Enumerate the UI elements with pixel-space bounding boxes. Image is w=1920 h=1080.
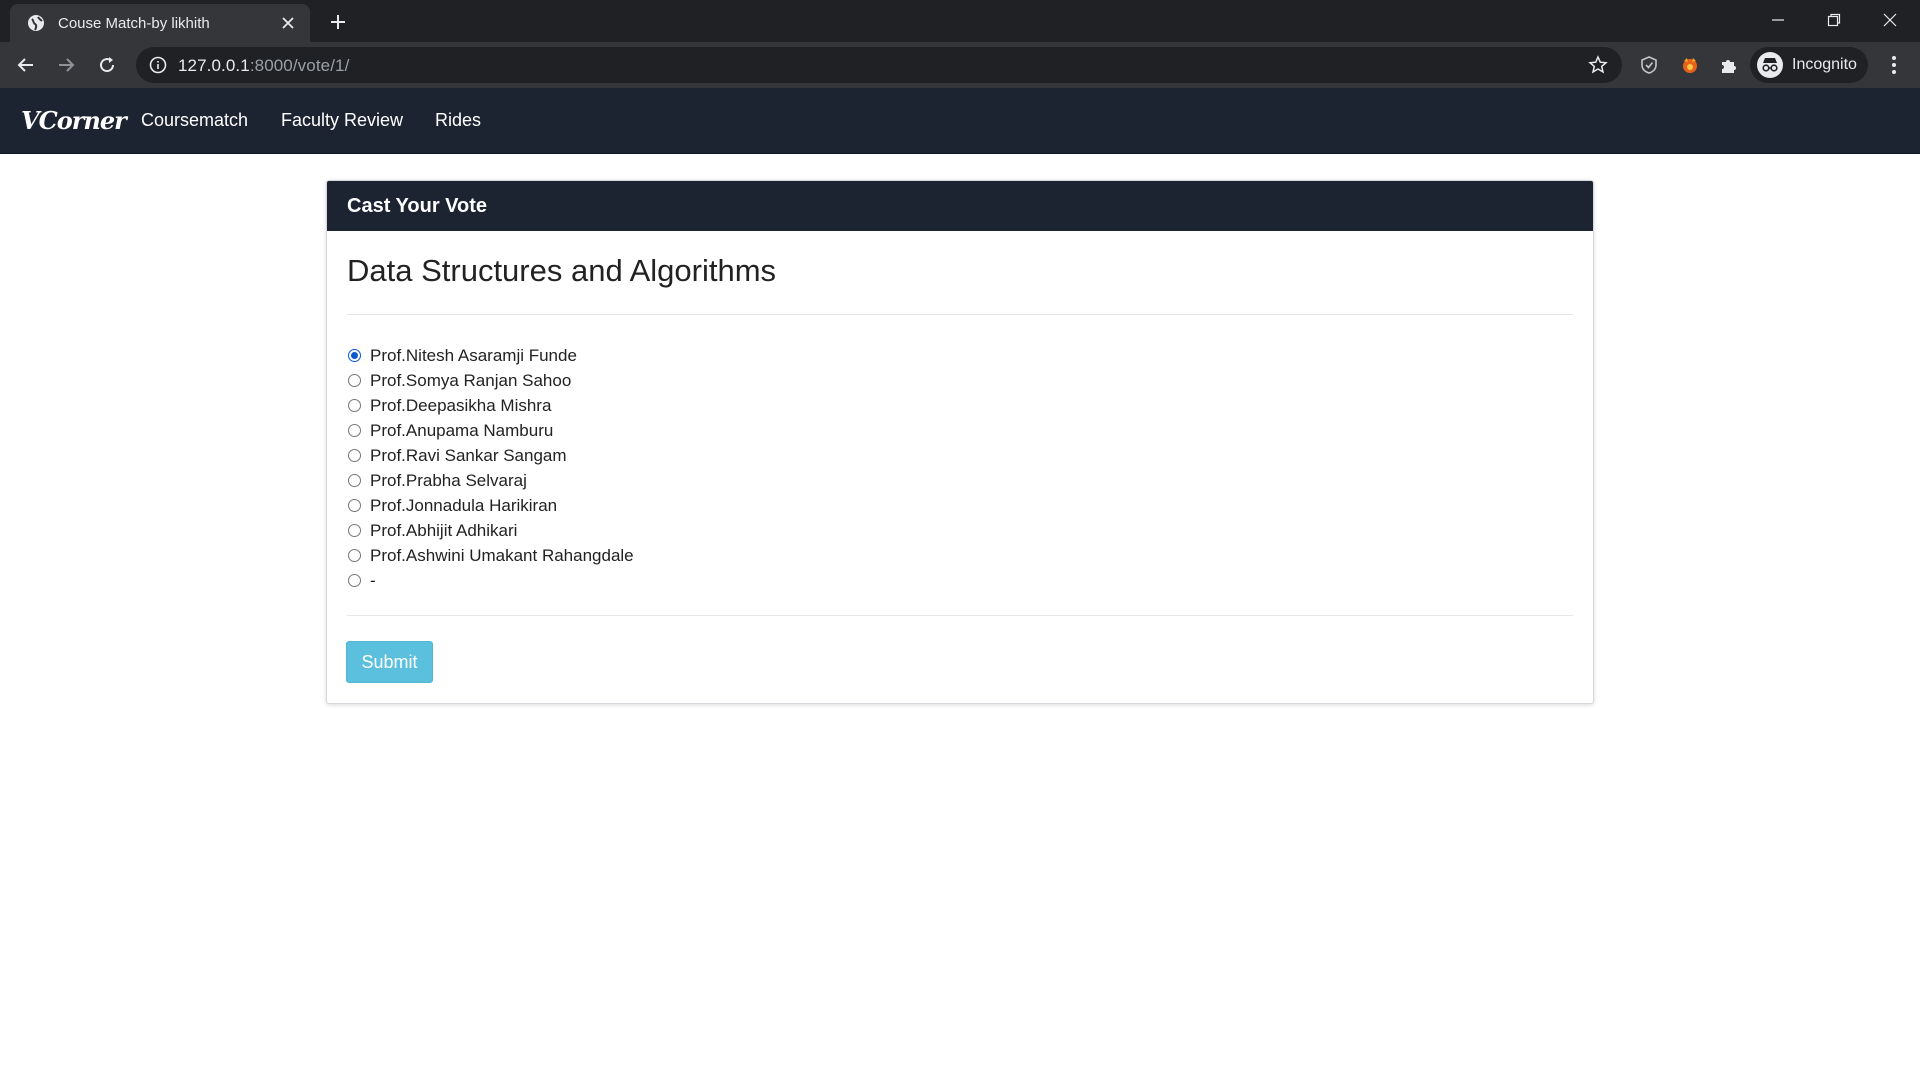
option-label: Prof.Jonnadula Harikiran — [370, 495, 558, 515]
vote-option[interactable]: Prof.Jonnadula Harikiran — [347, 493, 634, 518]
radio-button[interactable] — [348, 424, 361, 437]
vote-option[interactable]: Prof.Prabha Selvaraj — [347, 468, 634, 493]
minimize-icon[interactable] — [1750, 6, 1806, 34]
vote-options: Prof.Nitesh Asaramji Funde Prof.Somya Ra… — [347, 343, 634, 593]
option-label: Prof.Prabha Selvaraj — [370, 470, 527, 490]
forward-arrow-icon[interactable] — [52, 51, 80, 79]
vote-option[interactable]: Prof.Ashwini Umakant Rahangdale — [347, 543, 634, 568]
puzzle-extensions-icon[interactable] — [1718, 54, 1740, 76]
option-label: Prof.Ashwini Umakant Rahangdale — [370, 545, 634, 565]
vote-option[interactable]: Prof.Deepasikha Mishra — [347, 393, 634, 418]
vote-option[interactable]: Prof.Anupama Namburu — [347, 418, 634, 443]
card-header: Cast Your Vote — [327, 181, 1593, 231]
radio-button[interactable] — [348, 549, 361, 562]
url-host: 127.0.0.1 — [178, 56, 250, 75]
option-label: Prof.Ravi Sankar Sangam — [370, 445, 567, 465]
incognito-icon — [1757, 52, 1783, 78]
bookmark-star-icon[interactable] — [1588, 55, 1608, 75]
radio-button[interactable] — [348, 499, 361, 512]
brand-logo[interactable]: VCorner — [21, 106, 127, 135]
nav-link-faculty-review[interactable]: Faculty Review — [281, 110, 403, 131]
card-header-title: Cast Your Vote — [347, 195, 488, 217]
address-bar[interactable]: 127.0.0.1:8000/vote/1/ — [136, 47, 1622, 83]
back-arrow-icon[interactable] — [12, 51, 40, 79]
option-label: Prof.Deepasikha Mishra — [370, 395, 552, 415]
tab-title: Couse Match-by likhith — [58, 14, 210, 32]
option-label: Prof.Somya Ranjan Sahoo — [370, 370, 572, 390]
divider — [347, 615, 1573, 616]
radio-button[interactable] — [348, 349, 361, 362]
option-label: Prof.Nitesh Asaramji Funde — [370, 345, 577, 365]
new-tab-icon[interactable] — [326, 10, 350, 34]
vote-option[interactable]: Prof.Nitesh Asaramji Funde — [347, 343, 634, 368]
option-label: - — [370, 570, 376, 590]
vote-option[interactable]: - — [347, 568, 634, 593]
browser-tab-strip: Couse Match-by likhith — [0, 0, 1920, 42]
kebab-menu-icon[interactable] — [1884, 54, 1904, 76]
divider — [347, 314, 1573, 315]
vote-card: Cast Your Vote Data Structures and Algor… — [326, 180, 1594, 704]
url-text: 127.0.0.1:8000/vote/1/ — [178, 56, 349, 76]
radio-button[interactable] — [348, 449, 361, 462]
radio-button[interactable] — [348, 524, 361, 537]
url-path: :8000/vote/1/ — [249, 56, 350, 75]
option-label: Prof.Anupama Namburu — [370, 420, 554, 440]
vote-option[interactable]: Prof.Somya Ranjan Sahoo — [347, 368, 634, 393]
incognito-label: Incognito — [1792, 56, 1857, 73]
radio-button[interactable] — [348, 574, 361, 587]
globe-icon — [28, 15, 44, 31]
submit-button[interactable]: Submit — [346, 641, 433, 683]
shield-extension-icon[interactable] — [1638, 54, 1660, 76]
nav-link-rides[interactable]: Rides — [435, 110, 481, 131]
nav-link-coursematch[interactable]: Coursematch — [141, 110, 248, 131]
browser-tab[interactable]: Couse Match-by likhith — [10, 4, 310, 42]
course-title: Data Structures and Algorithms — [347, 253, 777, 288]
radio-button[interactable] — [348, 399, 361, 412]
vote-option[interactable]: Prof.Ravi Sankar Sangam — [347, 443, 634, 468]
incognito-profile-button[interactable]: Incognito — [1750, 47, 1868, 83]
reload-icon[interactable] — [93, 51, 121, 79]
close-window-icon[interactable] — [1862, 6, 1918, 34]
option-label: Prof.Abhijit Adhikari — [370, 520, 518, 540]
radio-button[interactable] — [348, 374, 361, 387]
vote-option[interactable]: Prof.Abhijit Adhikari — [347, 518, 634, 543]
browser-toolbar: 127.0.0.1:8000/vote/1/ Incognito — [0, 42, 1920, 88]
info-icon[interactable] — [148, 55, 168, 75]
site-navbar: VCorner Coursematch Faculty Review Rides — [0, 88, 1920, 154]
restore-icon[interactable] — [1806, 6, 1862, 34]
fox-extension-icon[interactable] — [1679, 54, 1701, 76]
close-tab-icon[interactable] — [278, 13, 298, 33]
radio-button[interactable] — [348, 474, 361, 487]
